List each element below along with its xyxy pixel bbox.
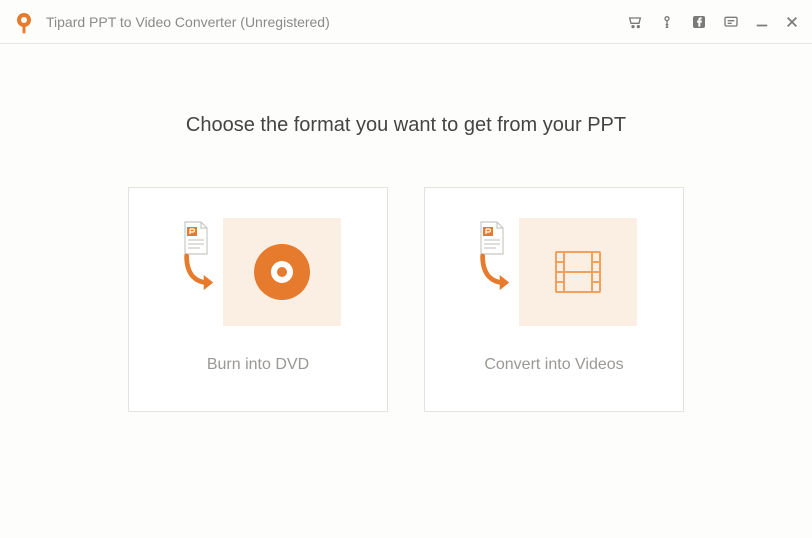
- option-graphic: [149, 218, 367, 326]
- option-label: Convert into Videos: [484, 356, 623, 374]
- minimize-button[interactable]: [754, 14, 770, 30]
- titlebar-actions: [626, 13, 800, 31]
- key-icon[interactable]: [658, 13, 676, 31]
- video-target-box: [519, 218, 637, 326]
- option-burn-dvd[interactable]: Burn into DVD: [128, 187, 388, 412]
- main-content: Choose the format you want to get from y…: [0, 44, 812, 452]
- dvd-target-box: [223, 218, 341, 326]
- dvd-disc-icon: [250, 240, 314, 304]
- facebook-icon[interactable]: [690, 13, 708, 31]
- app-title: Tipard PPT to Video Converter (Unregiste…: [46, 14, 626, 30]
- titlebar: Tipard PPT to Video Converter (Unregiste…: [0, 0, 812, 44]
- arrow-icon: [475, 252, 513, 296]
- close-button[interactable]: [784, 14, 800, 30]
- option-label: Burn into DVD: [207, 356, 309, 374]
- option-graphic: [445, 218, 663, 326]
- message-icon[interactable]: [722, 13, 740, 31]
- ppt-file-icon: [477, 220, 507, 256]
- ppt-file-icon: [181, 220, 211, 256]
- app-logo-icon: [12, 10, 36, 34]
- film-strip-icon: [549, 243, 607, 301]
- ppt-arrow-group: [471, 220, 513, 296]
- option-list: Burn into DVD: [0, 187, 812, 412]
- page-heading: Choose the format you want to get from y…: [0, 114, 812, 137]
- arrow-icon: [179, 252, 217, 296]
- option-convert-video[interactable]: Convert into Videos: [424, 187, 684, 412]
- cart-icon[interactable]: [626, 13, 644, 31]
- ppt-arrow-group: [175, 220, 217, 296]
